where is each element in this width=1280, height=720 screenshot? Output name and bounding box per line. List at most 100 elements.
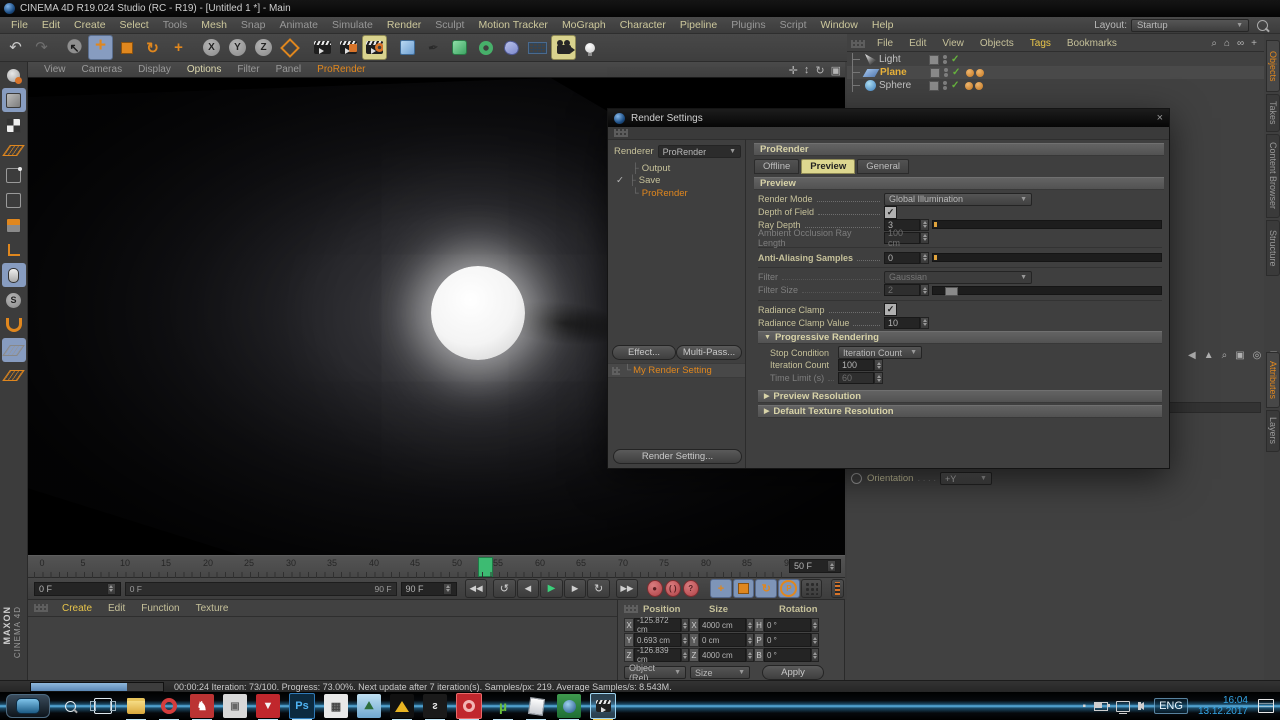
radiance-clamp-value-spinner[interactable] (920, 317, 929, 329)
zbrush-button[interactable]: ᴤ (423, 694, 447, 718)
network-icon[interactable] (1116, 701, 1130, 712)
preview-range-slider[interactable]: 0 F 90 F (125, 582, 397, 596)
object-row-sphere[interactable]: Sphere ✓ (847, 79, 1264, 92)
game-app-button[interactable]: ♞ (190, 694, 214, 718)
viewport-menu-view[interactable]: View (36, 64, 74, 75)
mat-menu-edit[interactable]: Edit (100, 603, 133, 614)
clock[interactable]: 16:04 13.12.2017 (1198, 695, 1248, 718)
frame-spinner[interactable] (827, 560, 836, 572)
scale-tool[interactable] (114, 35, 139, 60)
range-end-spinner[interactable] (443, 583, 452, 595)
spline-pen-button[interactable]: ✒ (421, 35, 446, 60)
subdivision-surface-button[interactable] (447, 35, 472, 60)
speaker-icon[interactable] (1138, 702, 1144, 710)
tab-content-browser[interactable]: Content Browser (1266, 134, 1280, 218)
object-name[interactable]: Sphere (879, 80, 925, 91)
goto-end-button[interactable]: ▶▶ (616, 579, 639, 598)
tab-structure[interactable]: Structure (1266, 220, 1280, 276)
keyframe-selection-button[interactable]: ? (683, 580, 699, 597)
timeline-ruler[interactable]: 0 5 10 15 20 25 30 35 40 45 50 55 60 65 … (28, 555, 845, 578)
om-menu-edit[interactable]: Edit (901, 38, 934, 49)
goto-start-button[interactable]: ◀◀ (465, 579, 488, 598)
tab-general[interactable]: General (857, 159, 909, 174)
texture-mode-button[interactable] (2, 113, 26, 137)
default-texture-resolution-section[interactable]: ▶ Default Texture Resolution (758, 405, 1162, 418)
mat-menu-create[interactable]: Create (54, 603, 100, 614)
menu-help[interactable]: Help (865, 19, 901, 31)
utorrent-button[interactable]: µ (491, 694, 515, 718)
render-view-button[interactable] (310, 35, 335, 60)
position-z-field[interactable]: -126.839 cm (634, 648, 681, 662)
grip-icon[interactable] (614, 129, 628, 137)
tab-takes[interactable]: Takes (1266, 94, 1280, 132)
environment-button[interactable] (525, 35, 550, 60)
viewport-menu-filter[interactable]: Filter (229, 64, 267, 75)
daemon-tools-button[interactable] (390, 694, 414, 718)
menu-create[interactable]: Create (67, 19, 113, 31)
cinema4d-button[interactable] (557, 694, 581, 718)
active-cinema4d-button[interactable] (590, 693, 616, 719)
hidden-icons-button[interactable]: ▪ (1083, 701, 1087, 712)
visibility-dots[interactable] (943, 55, 947, 65)
orientation-dropdown[interactable]: +Y ▼ (940, 472, 992, 485)
tab-objects[interactable]: Objects (1266, 40, 1280, 92)
battery-icon[interactable] (1094, 702, 1108, 711)
taskbar-search-button[interactable] (58, 694, 82, 718)
lock-y-button[interactable]: Y (225, 35, 250, 60)
enabled-check-icon[interactable]: ✓ (951, 80, 959, 91)
range-start-field[interactable]: 0 F (34, 582, 121, 596)
menu-sculpt[interactable]: Sculpt (428, 19, 471, 31)
object-row-light[interactable]: Light ✓ (847, 53, 1264, 66)
search-icon[interactable]: ⌕ (1222, 350, 1228, 361)
workplane-mode-button[interactable] (2, 138, 26, 162)
viewport-menu-display[interactable]: Display (130, 64, 179, 75)
rotation-b-field[interactable]: 0 ° (764, 648, 811, 662)
nav-output[interactable]: ├Output (614, 162, 745, 175)
add-cube-button[interactable] (395, 35, 420, 60)
viewport-rotate-icon[interactable]: ↻ (815, 64, 824, 77)
nav-prorender[interactable]: └ProRender (614, 187, 745, 200)
current-frame-field[interactable]: 50 F (789, 559, 841, 573)
phong-tag-icon[interactable] (966, 69, 974, 77)
range-end-field[interactable]: 90 F (401, 582, 458, 596)
menu-character[interactable]: Character (613, 19, 673, 31)
next-frame-button[interactable]: ▶ (564, 579, 587, 598)
menu-window[interactable]: Window (814, 19, 865, 31)
om-menu-bookmarks[interactable]: Bookmarks (1059, 38, 1125, 49)
gray-app-button[interactable]: ▣ (223, 694, 247, 718)
menu-motion-tracker[interactable]: Motion Tracker (471, 19, 554, 31)
key-position-toggle[interactable]: + (710, 579, 732, 598)
menu-select[interactable]: Select (113, 19, 156, 31)
key-parameter-toggle[interactable]: P (778, 579, 800, 598)
renderer-dropdown[interactable]: ProRender ▼ (658, 145, 741, 158)
menu-script[interactable]: Script (773, 19, 814, 31)
object-name[interactable]: Plane (880, 67, 926, 78)
photos-app-button[interactable]: ⛰ (357, 694, 381, 718)
record-keyframe-button[interactable]: ● (647, 580, 663, 597)
viewport-menu-cameras[interactable]: Cameras (74, 64, 131, 75)
radiance-clamp-checkbox[interactable]: ✓ (884, 303, 897, 316)
key-rotation-toggle[interactable]: ↻ (755, 579, 777, 598)
enabled-check-icon[interactable]: ✓ (951, 54, 959, 65)
size-mode-dropdown[interactable]: Size▼ (690, 666, 750, 679)
aa-samples-field[interactable]: 0 (884, 252, 920, 264)
viewport-menu-prorender[interactable]: ProRender (309, 64, 373, 75)
edges-mode-button[interactable] (2, 188, 26, 212)
visibility-dots[interactable] (944, 68, 948, 78)
position-x-field[interactable]: -125.872 cm (634, 618, 681, 632)
spinner[interactable] (746, 618, 754, 632)
om-home-icon[interactable]: ⌂ (1224, 38, 1230, 49)
loop-button[interactable]: ↻ (587, 579, 610, 598)
nav-save[interactable]: ✓ ├Save (614, 175, 745, 188)
points-mode-button[interactable] (2, 163, 26, 187)
autokey-button[interactable]: ( ) (665, 580, 681, 597)
photoshop-button[interactable]: Ps (289, 693, 315, 719)
om-menu-tags[interactable]: Tags (1022, 38, 1059, 49)
om-link-icon[interactable]: ∞ (1237, 38, 1244, 49)
spinner[interactable] (681, 618, 689, 632)
play-backward-button[interactable]: ↺ (493, 579, 516, 598)
tweak-mode-button[interactable] (2, 263, 26, 287)
radiance-clamp-value-field[interactable]: 10 (884, 317, 920, 329)
model-mode-button[interactable] (2, 88, 26, 112)
preview-resolution-section[interactable]: ▶ Preview Resolution (758, 390, 1162, 403)
